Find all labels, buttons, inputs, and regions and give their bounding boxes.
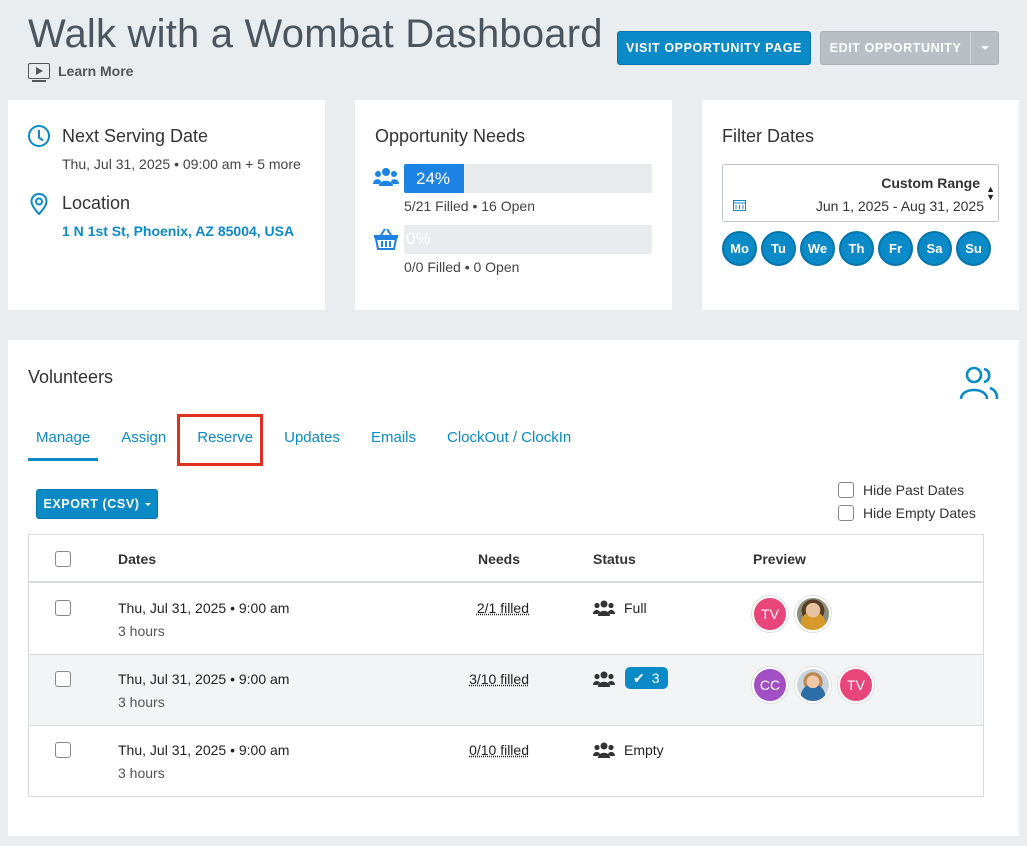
- users-icon: [593, 670, 615, 688]
- table-row[interactable]: Thu, Jul 31, 2025 • 9:00 am 3 hours 2/1 fi…: [29, 584, 983, 655]
- tab-clockout-clockin[interactable]: ClockOut / ClockIn: [439, 424, 579, 462]
- row-date: Thu, Jul 31, 2025 • 9:00 am: [118, 742, 290, 758]
- volunteer-preview: CC TV: [752, 667, 874, 703]
- weekday-button-mo[interactable]: Mo: [722, 231, 757, 266]
- users-icon: [593, 741, 615, 759]
- item-needs-bar: 0%: [404, 225, 652, 254]
- column-needs: Needs: [478, 551, 521, 567]
- people-icon: [959, 366, 999, 400]
- location-label: Location: [62, 193, 131, 213]
- hide-empty-dates-label: Hide Empty Dates: [863, 505, 976, 521]
- item-needs-caption: 0/0 Filled • 0 Open: [404, 259, 520, 275]
- weekday-button-sa[interactable]: Sa: [917, 231, 952, 266]
- visit-opportunity-button[interactable]: VISIT OPPORTUNITY PAGE: [617, 31, 811, 65]
- location-address-link[interactable]: 1 N 1st St, Phoenix, AZ 85004, USA: [62, 223, 294, 239]
- weekday-button-th[interactable]: Th: [839, 231, 874, 266]
- serving-dates-table: Dates Needs Status Preview Thu, Jul 31, …: [28, 534, 984, 797]
- column-preview: Preview: [753, 551, 806, 567]
- learn-more-link[interactable]: Learn More: [28, 63, 134, 82]
- row-checkbox[interactable]: [55, 671, 71, 687]
- table-row[interactable]: Thu, Jul 31, 2025 • 9:00 am 3 hours 0/10 f…: [29, 726, 983, 797]
- sort-arrows-icon: ▲ ▼: [986, 184, 995, 202]
- hide-past-dates-option[interactable]: Hide Past Dates: [838, 482, 964, 498]
- range-type-label: Custom Range: [881, 175, 980, 191]
- volunteers-card: Volunteers Manage Assign Reserve Updates Ema…: [8, 340, 1019, 836]
- row-needs-link[interactable]: 2/1 filled: [477, 600, 529, 616]
- avatar[interactable]: TV: [838, 667, 874, 703]
- page-title: Walk with a Wombat Dashboard: [28, 12, 603, 56]
- row-needs-link[interactable]: 3/10 filled: [469, 671, 529, 687]
- row-needs-link[interactable]: 0/10 filled: [469, 742, 529, 758]
- weekday-filter: Mo Tu We Th Fr Sa Su: [722, 231, 991, 266]
- hide-empty-dates-option[interactable]: Hide Empty Dates: [838, 505, 976, 521]
- chevron-down-icon: [980, 46, 989, 50]
- serving-card: Next Serving Date Thu, Jul 31, 2025 • 09…: [8, 100, 325, 310]
- check-icon: ✔: [633, 669, 645, 686]
- volunteer-needs-caption: 5/21 Filled • 16 Open: [404, 198, 535, 214]
- tab-updates[interactable]: Updates: [276, 424, 348, 462]
- users-icon: [373, 168, 399, 186]
- range-value: Jun 1, 2025 - Aug 31, 2025: [815, 198, 984, 214]
- table-header: Dates Needs Status Preview: [29, 535, 983, 583]
- volunteer-tabs: Manage Assign Reserve Updates Emails ClockOut…: [28, 414, 594, 466]
- item-needs-percent: 0%: [406, 229, 431, 248]
- date-range-select[interactable]: Custom Range Jun 1, 2025 - Aug 31, 2025 …: [722, 164, 999, 222]
- column-dates: Dates: [118, 551, 157, 567]
- row-status: Empty: [624, 742, 664, 758]
- location-pin-icon: [30, 193, 48, 215]
- tab-reserve[interactable]: Reserve: [177, 414, 264, 466]
- row-duration: 3 hours: [118, 694, 165, 710]
- avatar[interactable]: [795, 667, 831, 703]
- export-csv-label: EXPORT (CSV): [43, 497, 140, 511]
- row-checkbox[interactable]: [55, 742, 71, 758]
- hide-past-dates-label: Hide Past Dates: [863, 482, 965, 498]
- volunteer-needs-fill: 24%: [404, 164, 464, 193]
- export-csv-button[interactable]: EXPORT (CSV): [36, 489, 158, 519]
- tab-manage[interactable]: Manage: [28, 424, 99, 461]
- learn-more-label: Learn More: [58, 63, 134, 79]
- hide-empty-dates-checkbox[interactable]: [838, 505, 854, 521]
- weekday-button-we[interactable]: We: [800, 231, 835, 266]
- row-duration: 3 hours: [118, 765, 165, 781]
- checked-in-badge[interactable]: ✔ 3: [625, 667, 668, 689]
- chevron-down-icon: [144, 502, 151, 506]
- next-serving-label: Next Serving Date: [62, 126, 209, 146]
- needs-title: Opportunity Needs: [375, 126, 526, 146]
- edit-dropdown-toggle[interactable]: [970, 32, 998, 64]
- row-checkbox[interactable]: [55, 600, 71, 616]
- filter-title: Filter Dates: [722, 126, 815, 146]
- row-status: Full: [624, 600, 647, 616]
- tab-emails[interactable]: Emails: [363, 424, 424, 462]
- basket-icon: [374, 228, 398, 250]
- tab-assign[interactable]: Assign: [113, 424, 174, 462]
- weekday-button-su[interactable]: Su: [956, 231, 991, 266]
- edit-opportunity-button[interactable]: EDIT OPPORTUNITY: [820, 31, 999, 65]
- users-icon: [593, 599, 615, 617]
- avatar[interactable]: TV: [752, 596, 788, 632]
- row-date: Thu, Jul 31, 2025 • 9:00 am: [118, 600, 290, 616]
- volunteer-preview: TV: [752, 596, 831, 632]
- volunteer-needs-bar: 24%: [404, 164, 652, 193]
- opportunity-needs-card: Opportunity Needs 24% 5/21 Filled • 16 O…: [355, 100, 672, 310]
- filter-dates-card: Filter Dates Custom Range Jun 1, 2025 - …: [702, 100, 1019, 310]
- table-row[interactable]: Thu, Jul 31, 2025 • 9:00 am 3 hours 3/10 f…: [29, 655, 983, 726]
- edit-opportunity-label: EDIT OPPORTUNITY: [829, 41, 962, 55]
- select-all-checkbox[interactable]: [55, 551, 71, 567]
- calendar-icon: [733, 200, 746, 211]
- avatar[interactable]: CC: [752, 667, 788, 703]
- avatar[interactable]: [795, 596, 831, 632]
- hide-past-dates-checkbox[interactable]: [838, 482, 854, 498]
- video-icon: [28, 63, 50, 82]
- column-status: Status: [593, 551, 636, 567]
- weekday-button-fr[interactable]: Fr: [878, 231, 913, 266]
- next-serving-date: Thu, Jul 31, 2025 • 09:00 am + 5 more: [62, 156, 301, 172]
- row-duration: 3 hours: [118, 623, 165, 639]
- volunteers-title: Volunteers: [28, 367, 114, 387]
- clock-icon: [28, 125, 50, 147]
- checked-in-count: 3: [651, 670, 660, 686]
- row-date: Thu, Jul 31, 2025 • 9:00 am: [118, 671, 290, 687]
- weekday-button-tu[interactable]: Tu: [761, 231, 796, 266]
